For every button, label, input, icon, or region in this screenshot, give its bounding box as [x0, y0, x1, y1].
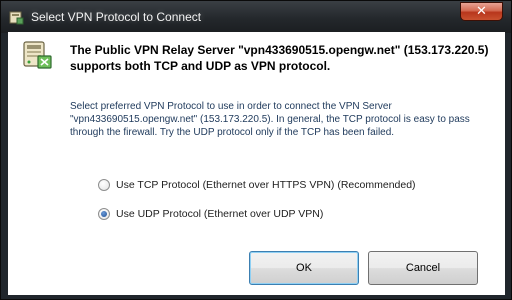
- cancel-button[interactable]: Cancel: [368, 251, 478, 285]
- dialog-description: Select preferred VPN Protocol to use in …: [70, 101, 470, 138]
- radio-tcp-label: Use TCP Protocol (Ethernet over HTTPS VP…: [116, 179, 416, 191]
- close-icon: ✕: [476, 4, 487, 19]
- close-button[interactable]: ✕: [460, 2, 503, 21]
- dialog-header: The Public VPN Relay Server "vpn43369051…: [8, 32, 505, 89]
- radio-tcp-button[interactable]: [98, 179, 110, 191]
- ok-button[interactable]: OK: [249, 251, 359, 285]
- radio-udp-label: Use UDP Protocol (Ethernet over UDP VPN): [116, 208, 324, 220]
- vpn-server-icon: [23, 41, 52, 69]
- window-title: Select VPN Protocol to Connect: [31, 10, 202, 24]
- radio-udp-button[interactable]: [98, 208, 110, 220]
- radio-tcp-option[interactable]: Use TCP Protocol (Ethernet over HTTPS VP…: [98, 177, 416, 193]
- vpn-server-icon: [9, 11, 24, 25]
- title-bar[interactable]: Select VPN Protocol to Connect ✕: [1, 1, 511, 33]
- radio-udp-option[interactable]: Use UDP Protocol (Ethernet over UDP VPN): [98, 206, 323, 222]
- dialog-heading: The Public VPN Relay Server "vpn43369051…: [70, 43, 489, 73]
- dialog-content: The Public VPN Relay Server "vpn43369051…: [8, 32, 505, 295]
- dialog-window: Select VPN Protocol to Connect ✕ The Pub…: [0, 0, 512, 300]
